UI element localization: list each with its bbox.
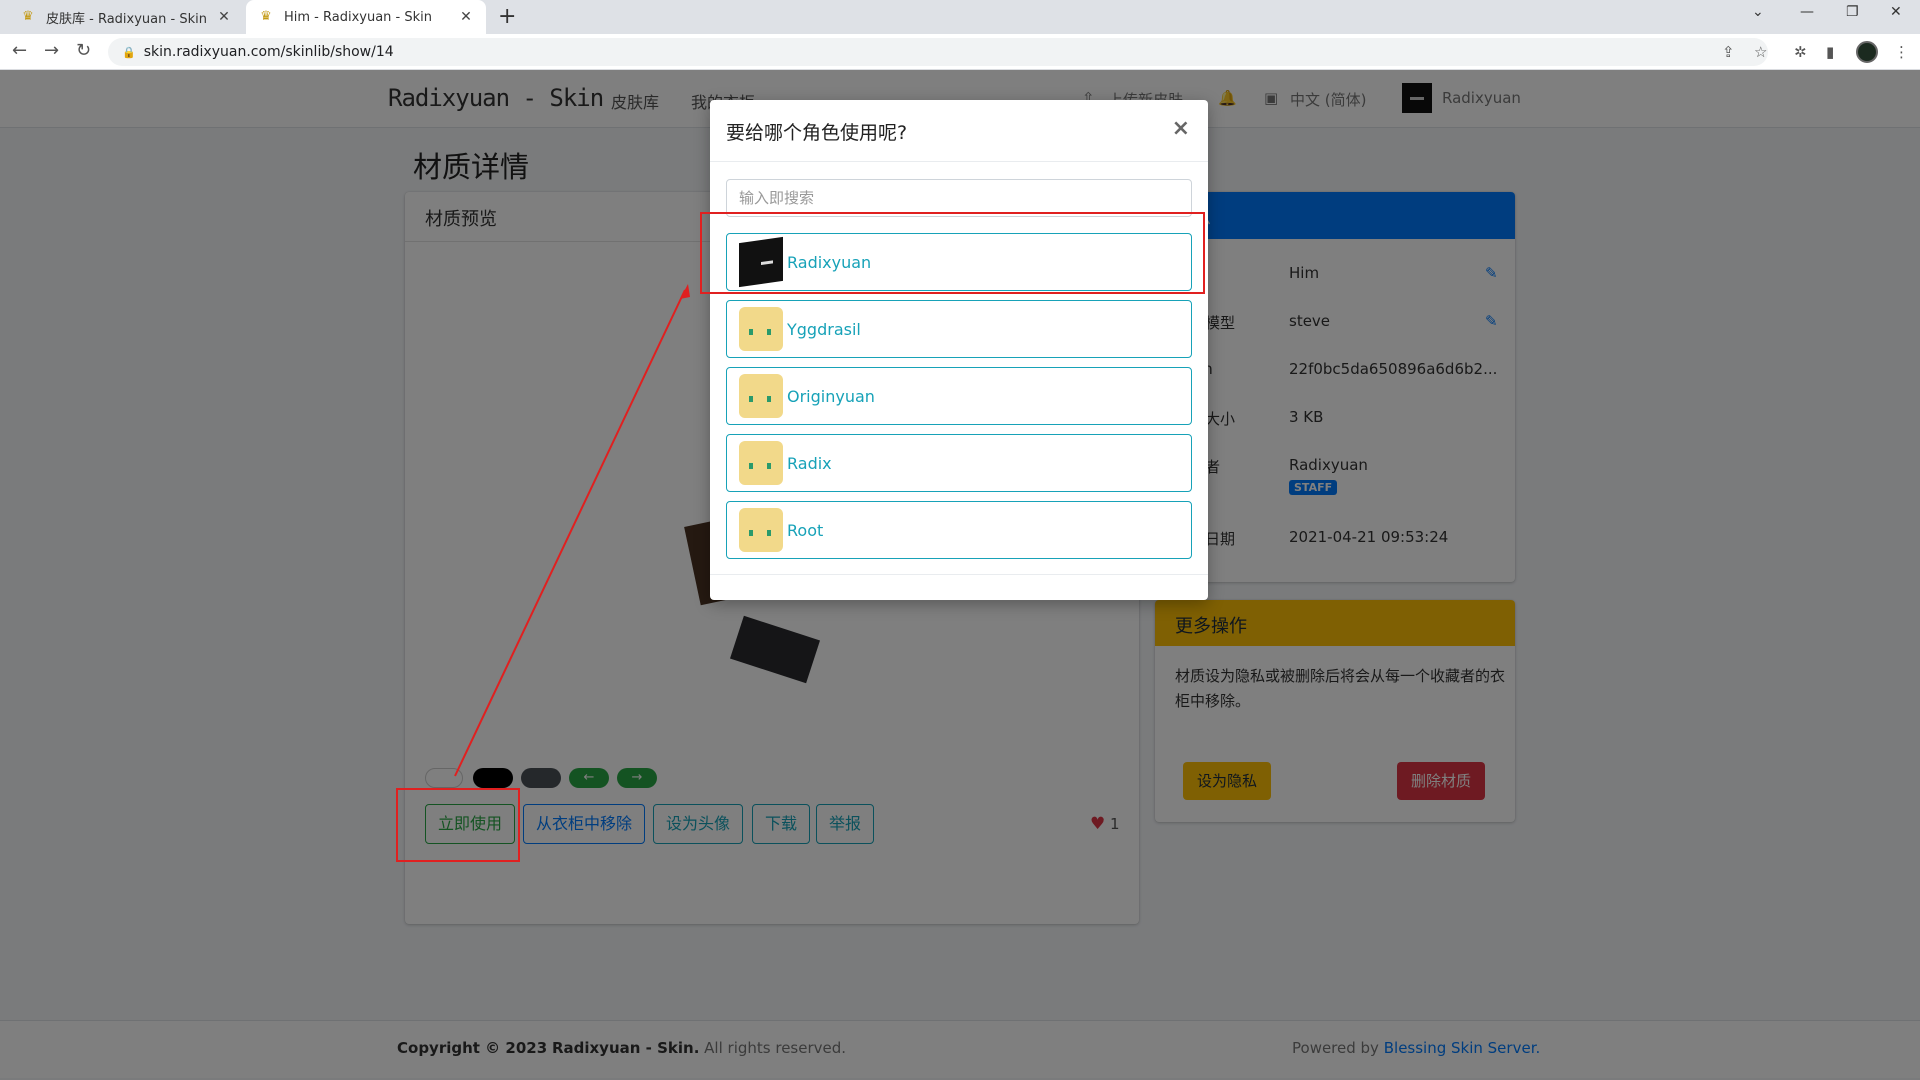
annotation-arrow-line bbox=[454, 289, 686, 777]
annotation-arrow bbox=[454, 284, 690, 777]
annotation-arrow-head bbox=[680, 284, 690, 299]
